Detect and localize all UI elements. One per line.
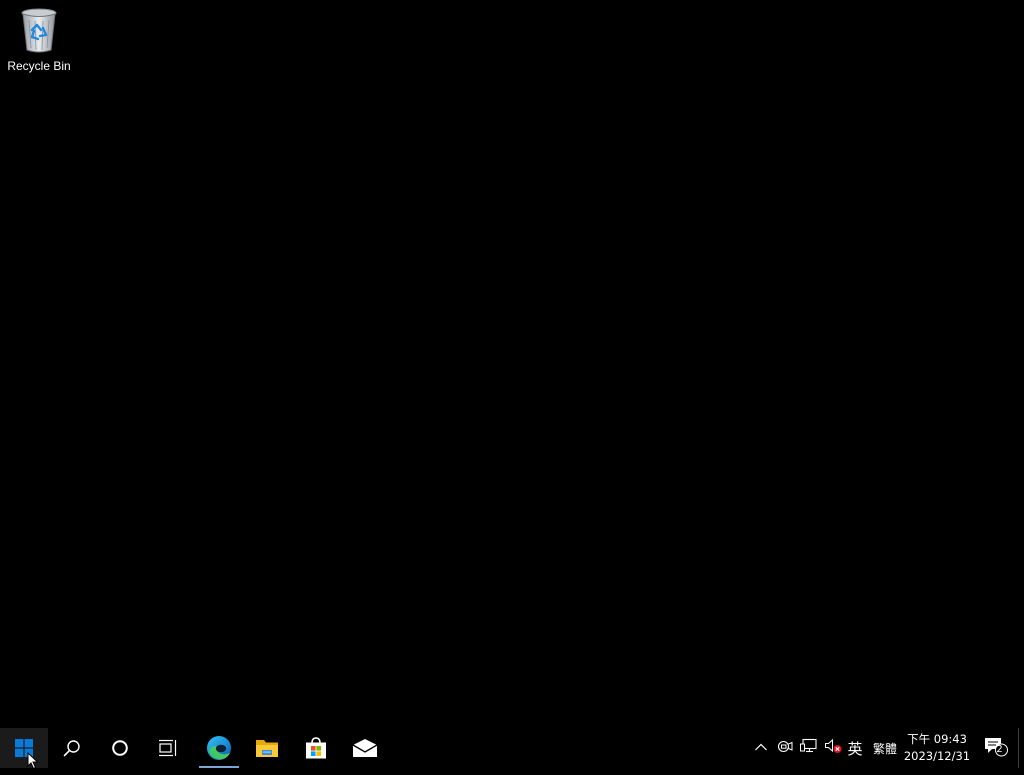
store-taskbar-button[interactable] [292,728,340,768]
clock-date: 2023/12/31 [903,749,971,763]
desktop: Recycle Bin [0,0,1024,728]
volume-muted-icon [824,738,842,759]
file-explorer-taskbar-button[interactable] [243,728,291,768]
notification-count-badge: 2 [996,744,1003,755]
windows-logo-icon [15,739,33,757]
mail-icon [352,738,378,758]
cortana-circle-icon [111,739,129,757]
ime-language-indicator[interactable]: 英 [845,728,865,768]
cortana-button[interactable] [96,728,144,768]
mail-taskbar-button[interactable] [341,728,389,768]
start-button[interactable] [0,728,48,768]
network-button[interactable] [798,728,820,768]
chevron-up-icon [754,739,768,757]
recycle-bin-label: Recycle Bin [7,59,71,73]
ime-mode-indicator[interactable]: 繁體 [870,728,900,768]
show-hidden-icons-button[interactable] [750,728,772,768]
volume-button[interactable] [822,728,844,768]
task-view-icon [158,739,178,757]
search-button[interactable] [48,728,96,768]
task-view-button[interactable] [144,728,192,768]
folder-icon [255,737,279,759]
show-desktop-button[interactable] [1018,728,1024,768]
meet-now-icon [777,738,793,759]
edge-taskbar-button[interactable] [195,728,243,768]
store-bag-icon [304,736,328,760]
meet-now-button[interactable] [774,728,796,768]
action-center-button[interactable]: 2 [978,728,1014,768]
recycle-bin-desktop-icon[interactable]: Recycle Bin [2,4,76,76]
network-icon [800,738,818,759]
taskbar: 英 繁體 下午 09:43 2023/12/31 2 [0,728,1024,768]
edge-icon [206,735,232,761]
clock-button[interactable]: 下午 09:43 2023/12/31 [903,728,971,768]
clock-time: 下午 09:43 [907,732,967,746]
search-icon [63,739,81,757]
recycle-bin-icon [17,6,61,54]
